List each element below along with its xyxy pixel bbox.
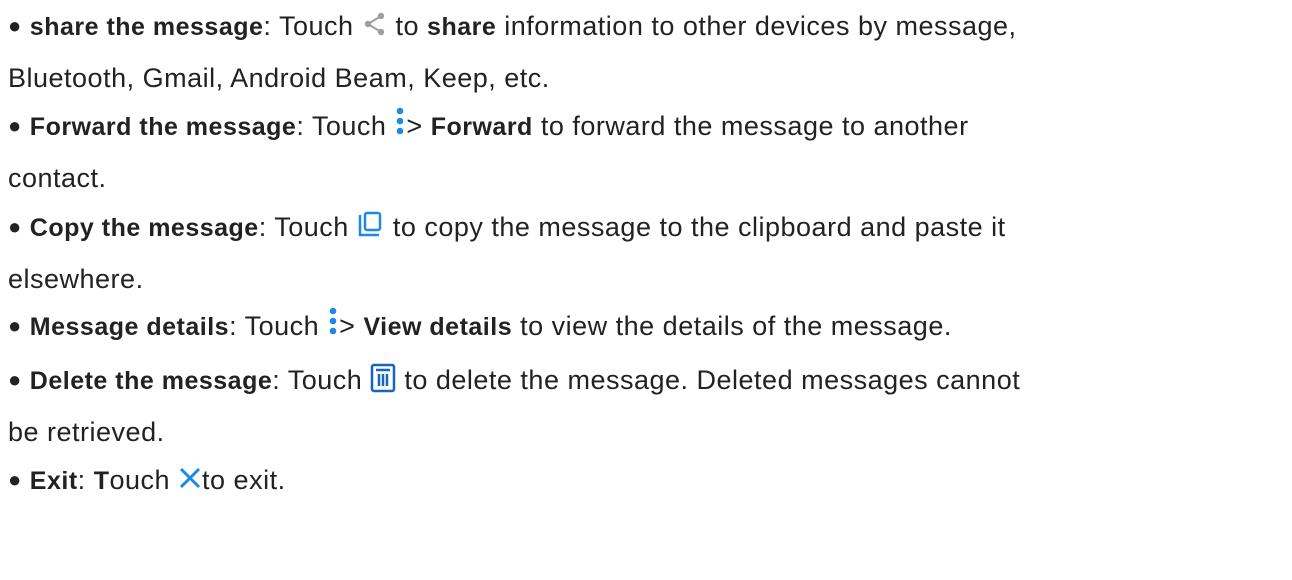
list-item-details: ● Message details: Touch > View details t… — [8, 300, 1272, 353]
line: contact. — [8, 153, 1272, 204]
line: ● Message details: Touch > View details t… — [8, 300, 1272, 353]
line: ● Forward the message: Touch > Forward to… — [8, 100, 1272, 153]
help-page: ● share the message: Touch to share infor… — [0, 0, 1292, 580]
bullet: ● — [8, 113, 22, 138]
text: to forward the message to another — [532, 111, 969, 141]
text: information to other devices by message, — [496, 11, 1017, 41]
colon: : — [77, 465, 86, 495]
bullet: ● — [8, 13, 22, 38]
delete-icon — [370, 363, 396, 393]
bold-text: View details — [363, 313, 513, 341]
bullet: ● — [8, 467, 22, 492]
line: ● Copy the message: Touch to copy the mes… — [8, 201, 1272, 254]
item-term: share the message — [29, 13, 264, 41]
bullet: ● — [8, 313, 22, 338]
text: contact. — [8, 163, 107, 193]
item-term: Delete the message — [29, 367, 273, 395]
item-term: Message details — [29, 313, 230, 341]
more-vert-icon — [394, 107, 406, 141]
text: Touch — [266, 212, 357, 242]
text: to exit. — [202, 465, 286, 495]
bullet: ● — [8, 367, 22, 392]
bullet: ● — [8, 214, 22, 239]
text: > — [339, 311, 364, 341]
list-item-share: ● share the message: Touch to share infor… — [8, 0, 1272, 104]
list-item-copy: ● Copy the message: Touch to copy the mes… — [8, 201, 1272, 305]
text: to delete the message. Deleted messages … — [396, 365, 1021, 395]
text: Bluetooth, Gmail, Android Beam, Keep, et… — [8, 63, 550, 93]
line: be retrieved. — [8, 407, 1272, 458]
colon: : — [258, 212, 267, 242]
colon: : — [229, 311, 238, 341]
bold-text: T — [93, 467, 110, 495]
text: Touch — [280, 365, 371, 395]
list-item-forward: ● Forward the message: Touch > Forward to… — [8, 100, 1272, 204]
line: elsewhere. — [8, 254, 1272, 305]
line: Bluetooth, Gmail, Android Beam, Keep, et… — [8, 53, 1272, 104]
text: to view the details of the message. — [512, 311, 952, 341]
text: be retrieved. — [8, 417, 165, 447]
line: ● Exit: Touch to exit. — [8, 454, 1272, 507]
share-icon — [362, 11, 388, 37]
copy-icon — [357, 211, 385, 239]
bold-text: Forward — [430, 113, 533, 141]
close-icon — [178, 466, 202, 490]
item-term: Exit — [29, 467, 78, 495]
line: ● share the message: Touch to share infor… — [8, 0, 1272, 53]
text: elsewhere. — [8, 264, 144, 294]
bold-text: share — [427, 13, 497, 41]
text: to copy the message to the clipboard and… — [384, 212, 1006, 242]
item-term: Copy the message — [29, 214, 259, 242]
list-item-delete: ● Delete the message: Touch to delete the… — [8, 354, 1272, 458]
text: > — [406, 111, 431, 141]
line: ● Delete the message: Touch to delete the… — [8, 354, 1272, 407]
text: Touch — [237, 311, 328, 341]
item-term: Forward the message — [29, 113, 297, 141]
more-vert-icon — [327, 307, 339, 341]
text: Touch — [304, 111, 395, 141]
text: to — [387, 11, 428, 41]
text: ouch — [109, 465, 179, 495]
text: Touch — [271, 11, 362, 41]
list-item-exit: ● Exit: Touch to exit. — [8, 454, 1272, 507]
